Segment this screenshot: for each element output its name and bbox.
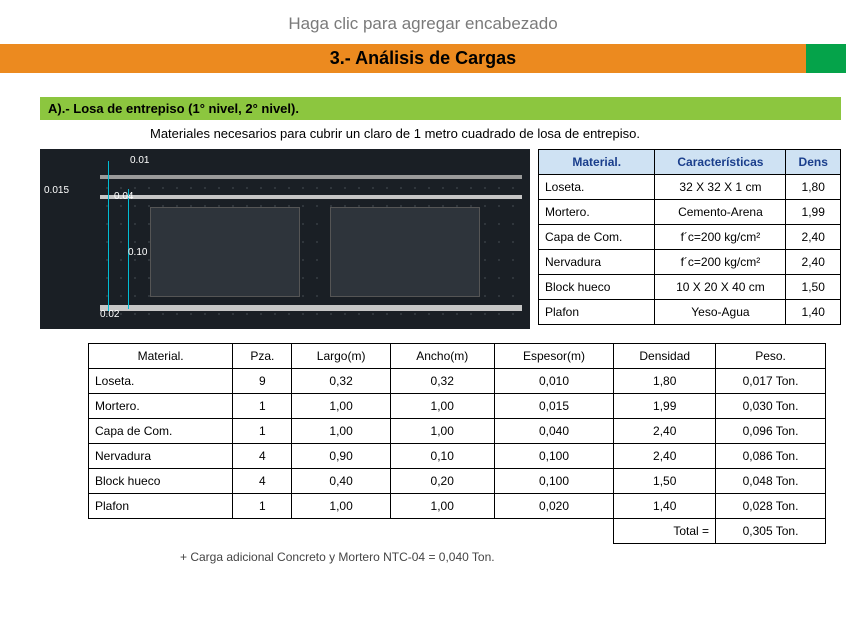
col-material: Material. <box>539 150 655 175</box>
table-row: Mortero.Cemento-Arena1,99 <box>539 200 841 225</box>
dim-001: 0.01 <box>130 155 149 166</box>
col-pza: Pza. <box>233 344 292 369</box>
dim-004: 0.04 <box>114 191 133 202</box>
table-row: Block hueco40,400,200,1001,500,048 Ton. <box>89 469 826 494</box>
table-row: Mortero.11,001,000,0151,990,030 Ton. <box>89 394 826 419</box>
additional-load-note: + Carga adicional Concreto y Mortero NTC… <box>0 544 846 564</box>
subsection-a-header: A).- Losa de entrepiso (1° nivel, 2° niv… <box>40 97 841 120</box>
subsection-description: Materiales necesarios para cubrir un cla… <box>0 120 846 149</box>
col-material: Material. <box>89 344 233 369</box>
header-placeholder[interactable]: Haga clic para agregar encabezado <box>0 0 846 44</box>
table-row: Capa de Com.11,001,000,0402,400,096 Ton. <box>89 419 826 444</box>
table-header-row: Material. Pza. Largo(m) Ancho(m) Espesor… <box>89 344 826 369</box>
dim-010: 0.10 <box>128 247 147 258</box>
table-row: Block hueco10 X 20 X 40 cm1,50 <box>539 275 841 300</box>
col-ancho: Ancho(m) <box>390 344 494 369</box>
materials-characteristics-table: Material. Características Dens Loseta.32… <box>538 149 841 325</box>
table-row: Loseta.90,320,320,0101,800,017 Ton. <box>89 369 826 394</box>
total-row: Total = 0,305 Ton. <box>89 519 826 544</box>
dim-0015: 0.015 <box>44 185 69 196</box>
col-densidad: Dens <box>786 150 841 175</box>
table-row: Loseta.32 X 32 X 1 cm1,80 <box>539 175 841 200</box>
total-value: 0,305 Ton. <box>716 519 826 544</box>
col-espesor: Espesor(m) <box>494 344 614 369</box>
col-largo: Largo(m) <box>292 344 390 369</box>
dim-002: 0.02 <box>100 309 119 320</box>
table-row: Plafon11,001,000,0201,400,028 Ton. <box>89 494 826 519</box>
total-label: Total = <box>614 519 716 544</box>
table-row: Nervaduraf´c=200 kg/cm²2,40 <box>539 250 841 275</box>
cross-section-drawing: 0.01 0.04 0.015 0.10 0.02 <box>40 149 530 329</box>
col-caracteristicas: Características <box>655 150 786 175</box>
col-densidad: Densidad <box>614 344 716 369</box>
materials-weight-table: Material. Pza. Largo(m) Ancho(m) Espesor… <box>88 343 826 544</box>
table-row: Capa de Com.f´c=200 kg/cm²2,40 <box>539 225 841 250</box>
table-row: Nervadura40,900,100,1002,400,086 Ton. <box>89 444 826 469</box>
table-row: PlafonYeso-Agua1,40 <box>539 300 841 325</box>
section-title-bar: 3.- Análisis de Cargas <box>0 44 846 73</box>
col-peso: Peso. <box>716 344 826 369</box>
section-title: 3.- Análisis de Cargas <box>330 48 516 69</box>
table-header-row: Material. Características Dens <box>539 150 841 175</box>
